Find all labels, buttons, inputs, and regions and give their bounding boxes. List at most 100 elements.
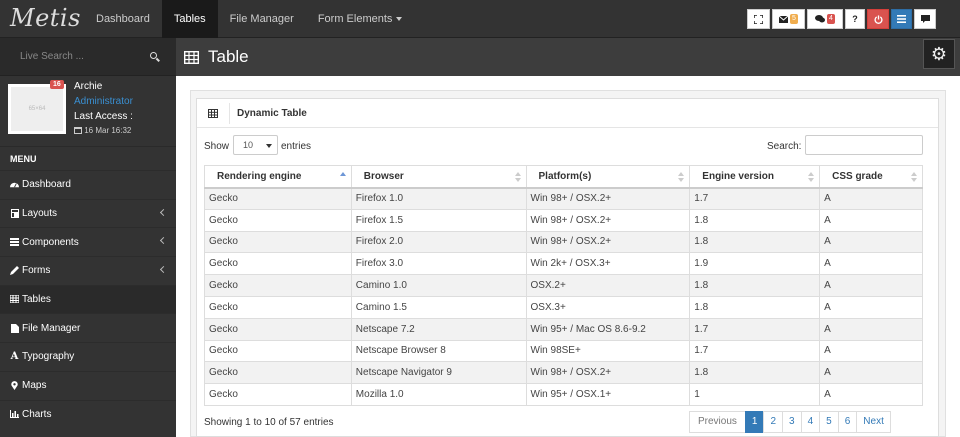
table-cell: Gecko (204, 383, 352, 406)
table-cell: Gecko (204, 252, 352, 276)
sidebar-item-label: Components (22, 236, 79, 248)
page-size-select[interactable]: 10 (233, 135, 278, 155)
column-header-engine-version[interactable]: Engine version (689, 165, 821, 189)
table-cell: 1.8 (689, 295, 821, 319)
table-cell: 1.8 (689, 208, 821, 232)
column-header-rendering-engine[interactable]: Rendering engine (204, 165, 352, 189)
table-cell: A (819, 208, 923, 232)
table-row: Gecko Netscape 7.2 Win 95+ / Mac OS 8.6-9.… (204, 317, 923, 341)
brand-logo[interactable]: Metis (10, 4, 81, 32)
search-input[interactable]: Live Search ... (20, 51, 84, 62)
pagination-next[interactable]: Next (856, 411, 891, 433)
column-header-browser[interactable]: Browser (350, 165, 527, 189)
data-table: Rendering engine Browser Platform(s) Eng… (204, 165, 923, 406)
map-marker-icon (10, 381, 19, 391)
table-row: Gecko Firefox 1.5 Win 98+ / OSX.2+ 1.8 A (204, 208, 923, 232)
sidebar-item-charts[interactable]: Charts (0, 399, 176, 429)
sidebar-item-label: Dashboard (22, 179, 71, 191)
file-icon (10, 323, 19, 333)
sidebar-item-layouts[interactable]: Layouts (0, 198, 176, 228)
table-cell: 1.8 (689, 230, 821, 254)
topnav-dashboard[interactable]: Dashboard (84, 0, 162, 38)
comments-button[interactable]: 4 (807, 9, 843, 29)
table-cell: OSX.3+ (525, 295, 691, 319)
search-icon[interactable] (150, 52, 157, 59)
font-icon: A (10, 351, 19, 363)
table-cell: Camino 1.0 (350, 274, 527, 297)
table-cell: A (819, 339, 923, 363)
caret-down-icon (396, 17, 403, 22)
sidebar-item-typography[interactable]: A Typography (0, 342, 176, 371)
chevron-left-icon (159, 208, 168, 216)
table-cell: A (819, 295, 923, 319)
bar-chart-icon (10, 409, 19, 419)
table-cell: 1.7 (689, 187, 821, 210)
power-icon (873, 14, 883, 24)
table-icon (9, 294, 20, 304)
sort-icon (678, 172, 685, 182)
header-divider (229, 103, 230, 124)
comments-icon (815, 15, 826, 23)
messages-button[interactable]: 5 (772, 9, 805, 29)
table-icon (184, 51, 199, 64)
user-profile: 65×64 16 Archie Administrator Last Acces… (0, 76, 176, 146)
table-cell: Gecko (204, 339, 352, 363)
top-nav: Dashboard Tables File Manager Form Eleme… (84, 0, 414, 38)
table-cell: Win 98+ / OSX.2+ (525, 208, 691, 232)
sidebar-item-maps[interactable]: Maps (0, 370, 176, 400)
topnav-form-elements-label: Form Elements (317, 13, 393, 25)
column-header-css-grade[interactable]: CSS grade (819, 165, 923, 189)
topnav-form-elements[interactable]: Form Elements (306, 0, 415, 38)
bars-icon (897, 15, 906, 23)
sidebar-item-label: Maps (22, 380, 47, 392)
column-header-label: CSS grade (832, 170, 883, 182)
table-row: Gecko Mozilla 1.0 Win 95+ / OSX.1+ 1 A (204, 383, 923, 406)
table-row: Gecko Firefox 1.0 Win 98+ / OSX.2+ 1.7 A (204, 187, 923, 210)
table-cell: A (819, 230, 923, 254)
pagination-page-4[interactable]: 4 (800, 411, 821, 433)
chevron-left-icon (159, 266, 168, 274)
avatar[interactable]: 65×64 (8, 84, 66, 134)
pagination-page-2[interactable]: 2 (763, 411, 784, 433)
pagination: Previous 1 2 3 4 5 6 Next (689, 411, 891, 433)
sort-asc-icon (339, 172, 346, 182)
pagination-page-6[interactable]: 6 (837, 411, 858, 433)
topnav-file-manager[interactable]: File Manager (218, 0, 306, 38)
sidebar-item-tables[interactable]: Tables (0, 284, 176, 314)
sidebar-item-forms[interactable]: Forms (0, 256, 176, 285)
menu-toggle-button[interactable] (891, 9, 912, 29)
user-role[interactable]: Administrator (74, 96, 133, 107)
table-search-input[interactable] (805, 135, 923, 155)
table-cell: Gecko (204, 208, 352, 232)
gears-icon: ⚙ (930, 44, 948, 64)
page-header: Table ⚙ (176, 38, 960, 76)
topnav-tables[interactable]: Tables (161, 0, 218, 38)
pagination-page-1[interactable]: 1 (744, 411, 765, 433)
envelope-icon (779, 15, 789, 23)
panel-header: Dynamic Table (197, 99, 938, 128)
table-cell: Firefox 3.0 (350, 252, 527, 276)
sidebar-item-file-manager[interactable]: File Manager (0, 313, 176, 342)
table-cell: Win 98SE+ (525, 339, 691, 363)
sidebar-item-label: Typography (22, 351, 75, 363)
settings-button[interactable]: ⚙ (923, 39, 955, 69)
pagination-page-5[interactable]: 5 (819, 411, 839, 433)
table-cell: Netscape Navigator 9 (350, 361, 527, 385)
layouts-icon (10, 209, 19, 219)
pagination-previous[interactable]: Previous (689, 411, 746, 433)
user-name: Archie (74, 81, 103, 92)
chat-panel-button[interactable] (914, 9, 936, 29)
pagination-page-3[interactable]: 3 (782, 411, 802, 433)
table-cell: A (819, 383, 923, 406)
help-button[interactable]: ? (845, 9, 865, 29)
sidebar-item-label: Tables (22, 294, 51, 306)
power-button[interactable] (867, 9, 889, 29)
table-cell: Mozilla 1.0 (350, 383, 527, 406)
table-cell: Firefox 1.5 (350, 208, 527, 232)
sidebar-item-dashboard[interactable]: Dashboard (0, 170, 176, 199)
notification-count-badge: 16 (50, 80, 64, 89)
sidebar-item-components[interactable]: Components (0, 227, 176, 256)
table-cell: Gecko (204, 230, 352, 254)
column-header-platforms[interactable]: Platform(s) (525, 165, 691, 189)
fullscreen-button[interactable] (747, 9, 770, 29)
